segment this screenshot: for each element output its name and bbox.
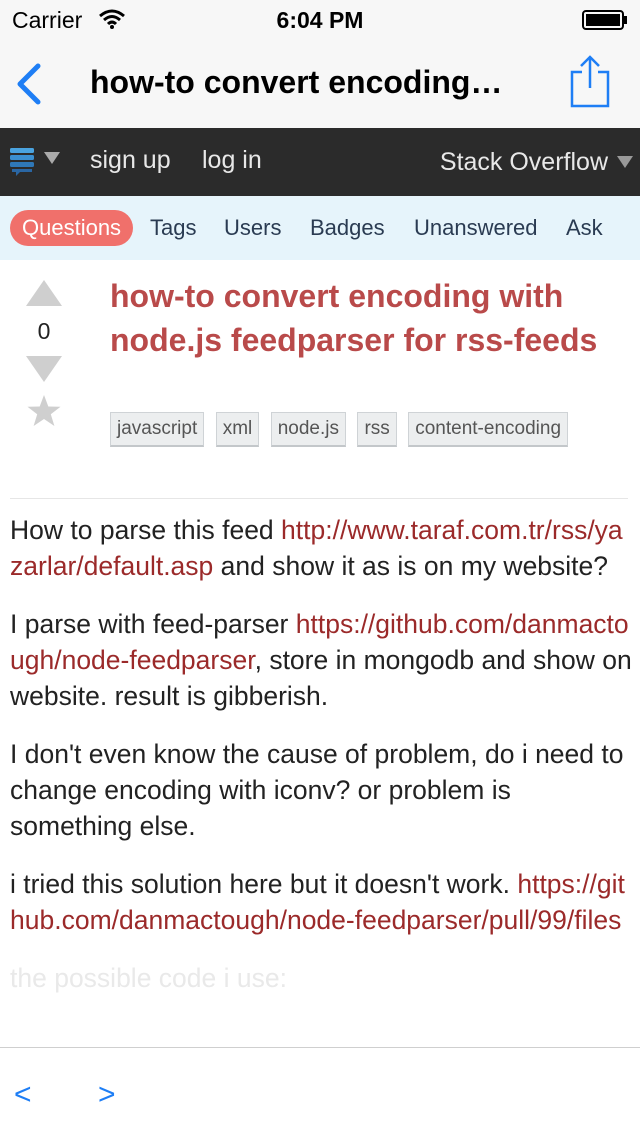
tab-unanswered[interactable]: Unanswered: [414, 210, 538, 246]
body-text: and show it as is on my website?: [213, 551, 609, 581]
question-title[interactable]: how-to convert encoding with node.js fee…: [110, 274, 630, 362]
favorite-star-icon[interactable]: [26, 394, 62, 428]
body-paragraph: i tried this solution here but it doesn'…: [10, 866, 632, 938]
share-icon[interactable]: [568, 54, 612, 110]
body-text: i tried this solution here but it doesn'…: [10, 869, 518, 899]
body-paragraph: I don't even know the cause of problem, …: [10, 736, 632, 844]
site-header: sign up log in Stack Overflow: [0, 128, 640, 196]
tab-badges[interactable]: Badges: [310, 210, 385, 246]
body-text: I don't even know the cause of problem, …: [10, 739, 624, 841]
back-chevron-icon[interactable]: [10, 60, 50, 108]
divider: [10, 498, 628, 499]
downvote-arrow-icon[interactable]: [26, 356, 62, 382]
status-bar: Carrier 6:04 PM: [0, 0, 640, 40]
question-tabs: Questions Tags Users Badges Unanswered A…: [0, 196, 640, 260]
battery-icon: [582, 10, 627, 30]
tag-javascript[interactable]: javascript: [110, 412, 205, 447]
navigation-bar: how-to convert encoding…: [0, 40, 640, 128]
tag-content-encoding[interactable]: content-encoding: [408, 412, 569, 447]
body-paragraph: How to parse this feed http://www.taraf.…: [10, 512, 632, 584]
tab-users[interactable]: Users: [224, 210, 281, 246]
tag-list: javascript xml node.js rss content-encod…: [110, 412, 630, 447]
tab-tags[interactable]: Tags: [150, 210, 196, 246]
site-switcher[interactable]: Stack Overflow: [440, 148, 608, 177]
vote-count: 0: [37, 318, 51, 344]
page-title: how-to convert encoding…: [90, 64, 503, 100]
caret-down-icon[interactable]: [616, 155, 634, 169]
stackexchange-menu-icon[interactable]: [10, 146, 64, 178]
body-paragraph: the possible code i use:: [10, 960, 632, 996]
question-body: How to parse this feed http://www.taraf.…: [10, 512, 632, 1018]
back-button[interactable]: <: [14, 1078, 32, 1112]
tag-xml[interactable]: xml: [215, 412, 260, 447]
sign-up-link[interactable]: sign up: [90, 146, 171, 175]
body-paragraph: I parse with feed-parser https://github.…: [10, 606, 632, 714]
tab-ask[interactable]: Ask: [566, 210, 603, 246]
body-text: How to parse this feed: [10, 515, 282, 545]
body-text: I parse with feed-parser: [10, 609, 296, 639]
upvote-arrow-icon[interactable]: [26, 280, 62, 306]
body-text: the possible code i use:: [10, 963, 287, 993]
tag-rss[interactable]: rss: [357, 412, 397, 447]
forward-button[interactable]: >: [98, 1078, 116, 1112]
bottom-toolbar: < >: [0, 1047, 640, 1137]
tag-nodejs[interactable]: node.js: [270, 412, 346, 447]
status-time: 6:04 PM: [276, 7, 364, 33]
tab-questions[interactable]: Questions: [10, 210, 134, 246]
log-in-link[interactable]: log in: [202, 146, 262, 175]
